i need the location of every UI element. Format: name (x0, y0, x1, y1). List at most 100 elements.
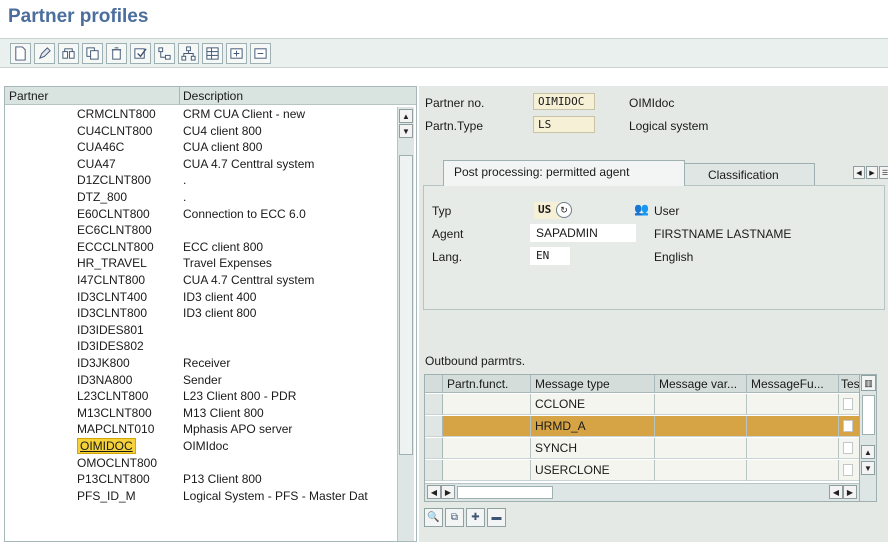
tree-scrollbar[interactable]: ▲ ▼ (397, 107, 414, 541)
row-selector[interactable] (425, 438, 443, 459)
column-header-partner[interactable]: Partner (9, 89, 48, 103)
tree-row[interactable]: DTZ_800. (5, 189, 397, 205)
tab-prev-icon[interactable]: ◀ (853, 166, 865, 179)
hierarchy-icon[interactable] (178, 43, 199, 64)
tree-row[interactable]: HR_TRAVEL Travel Expenses (5, 255, 397, 271)
partner-id[interactable]: ID3JK800 (77, 356, 130, 370)
partner-id[interactable]: CU4CLNT800 (77, 124, 152, 138)
partner-id[interactable]: ECCCLNT800 (77, 240, 154, 254)
test-checkbox[interactable] (843, 442, 853, 454)
grid-vscrollbar[interactable]: ▥ ▲ ▼ (859, 374, 877, 502)
column-header-partn-funct[interactable]: Partn.funct. (443, 375, 531, 393)
row-selector[interactable] (425, 394, 443, 415)
grid-scroll-down-icon[interactable]: ▼ (861, 461, 875, 475)
tree-row[interactable]: ID3IDES801 (5, 322, 397, 338)
cell-partn-funct[interactable] (443, 438, 531, 459)
partner-id[interactable]: ID3CLNT400 (77, 290, 147, 304)
test-checkbox[interactable] (843, 398, 853, 410)
partner-id[interactable]: DTZ_800 (77, 190, 127, 204)
tab-classification[interactable]: Classification (683, 163, 815, 186)
cell-message-type[interactable]: USERCLONE (531, 460, 655, 481)
collapse-icon[interactable] (250, 43, 271, 64)
cell-message-var[interactable] (655, 460, 747, 481)
partner-id[interactable]: L23CLNT800 (77, 389, 148, 403)
tree-row[interactable]: EC6CLNT800 (5, 222, 397, 238)
copy-icon[interactable] (82, 43, 103, 64)
grid-select-all[interactable] (425, 375, 443, 393)
table-icon[interactable] (202, 43, 223, 64)
partner-id[interactable]: EC6CLNT800 (77, 223, 152, 237)
tree-row[interactable]: ECCCLNT800 ECC client 800 (5, 239, 397, 255)
cell-message-fu[interactable] (747, 438, 839, 459)
grid-settings-icon[interactable]: ▥ (861, 375, 876, 391)
test-checkbox[interactable] (843, 420, 853, 432)
display-icon[interactable] (58, 43, 79, 64)
agent-field[interactable]: SAPADMIN (530, 224, 636, 242)
partner-type-field[interactable]: LS (533, 116, 595, 133)
partner-id[interactable]: OIMIDOC (77, 438, 136, 454)
copy-row-icon[interactable]: ⧉ (445, 508, 464, 527)
grid-scroll-up-icon[interactable]: ▲ (861, 445, 875, 459)
tree-icon[interactable] (154, 43, 175, 64)
tree-row[interactable]: CU4CLNT800 CU4 client 800 (5, 123, 397, 139)
test-checkbox[interactable] (843, 464, 853, 476)
grid-vscroll-thumb[interactable] (862, 395, 875, 435)
grid-scroll-left-icon[interactable]: ◀ (427, 485, 441, 499)
row-selector[interactable] (425, 416, 443, 437)
tree-row[interactable]: ID3CLNT400 ID3 client 400 (5, 289, 397, 305)
grid-hscrollbar[interactable]: ◀ ▶ ◀ ▶ (425, 483, 863, 501)
column-header-message-fu[interactable]: MessageFu... (747, 375, 839, 393)
cell-partn-funct[interactable] (443, 394, 531, 415)
cell-partn-funct[interactable] (443, 460, 531, 481)
partner-id[interactable]: OMOCLNT800 (77, 456, 157, 470)
cell-message-type[interactable]: SYNCH (531, 438, 655, 459)
tree-row[interactable]: PFS_ID_M Logical System - PFS - Master Da… (5, 488, 397, 504)
partner-no-field[interactable]: OIMIDOC (533, 93, 595, 110)
column-header-message-var[interactable]: Message var... (655, 375, 747, 393)
tree-row[interactable]: P13CLNT800 P13 Client 800 (5, 471, 397, 487)
partner-id[interactable]: P13CLNT800 (77, 472, 150, 486)
new-icon[interactable] (10, 43, 31, 64)
partner-id[interactable]: M13CLNT800 (77, 406, 152, 420)
delete-icon[interactable] (106, 43, 127, 64)
tree-row[interactable]: ID3CLNT800 ID3 client 800 (5, 305, 397, 321)
partner-id[interactable]: I47CLNT800 (77, 273, 145, 287)
cell-message-var[interactable] (655, 394, 747, 415)
column-header-message-type[interactable]: Message type (531, 375, 655, 393)
create-row-icon[interactable]: ✚ (466, 508, 485, 527)
cell-message-fu[interactable] (747, 416, 839, 437)
tree-row[interactable]: MAPCLNT010 Mphasis APO server (5, 421, 397, 437)
cell-message-fu[interactable] (747, 394, 839, 415)
cell-message-type[interactable]: HRMD_A (531, 416, 655, 437)
grid-scroll-left2-icon[interactable]: ◀ (829, 485, 843, 499)
partner-id[interactable]: CUA47 (77, 157, 116, 171)
zoom-icon[interactable]: 🔍 (424, 508, 443, 527)
partner-id[interactable]: CRMCLNT800 (77, 107, 156, 121)
partner-id[interactable]: CUA46C (77, 140, 124, 154)
scroll-up-icon[interactable]: ▲ (399, 109, 413, 123)
tree-row[interactable]: I47CLNT800 CUA 4.7 Centtral system (5, 272, 397, 288)
partner-id[interactable]: E60CLNT800 (77, 207, 150, 221)
tree-row[interactable]: OMOCLNT800 (5, 455, 397, 471)
scroll-down-icon[interactable]: ▼ (399, 124, 413, 138)
tab-post-processing[interactable]: Post processing: permitted agent (443, 160, 685, 186)
tree-row[interactable]: CRMCLNT800 CRM CUA Client - new (5, 106, 397, 122)
partner-id[interactable]: ID3IDES802 (77, 339, 144, 353)
column-header-description[interactable]: Description (183, 89, 243, 103)
tree-row[interactable]: ID3JK800 Receiver (5, 355, 397, 371)
cell-message-fu[interactable] (747, 460, 839, 481)
cell-message-type[interactable]: CCLONE (531, 394, 655, 415)
partner-id[interactable]: PFS_ID_M (77, 489, 136, 503)
tree-row[interactable]: ID3NA800 Sender (5, 372, 397, 388)
cell-message-var[interactable] (655, 438, 747, 459)
partner-id[interactable]: D1ZCLNT800 (77, 173, 151, 187)
tree-row[interactable]: ID3IDES802 (5, 338, 397, 354)
partner-id[interactable]: MAPCLNT010 (77, 422, 154, 436)
grid-scroll-right2-icon[interactable]: ▶ (843, 485, 857, 499)
edit-icon[interactable] (34, 43, 55, 64)
lang-field[interactable]: EN (530, 247, 570, 265)
grid-scroll-right-icon[interactable]: ▶ (441, 485, 455, 499)
check-icon[interactable] (130, 43, 151, 64)
search-help-icon[interactable]: ↻ (556, 202, 572, 218)
tree-row[interactable]: M13CLNT800 M13 Client 800 (5, 405, 397, 421)
